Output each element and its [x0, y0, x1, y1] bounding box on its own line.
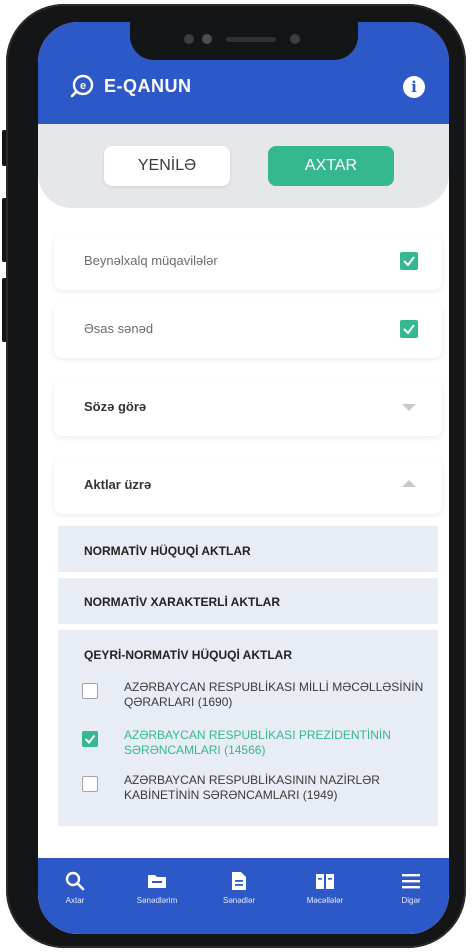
act-option[interactable]: AZƏRBAYCAN RESPUBLİKASININ NAZİRLƏR KABİ… [82, 773, 422, 805]
filter-label: Əsas sənəd [84, 321, 154, 336]
category-label: NORMATİV XARAKTERLİ AKTLAR [84, 595, 280, 609]
app-header: e E-QANUN i [38, 22, 449, 124]
app-title: E-QANUN [104, 76, 192, 96]
filter-label: Beynəlxalq müqavilələr [84, 253, 218, 268]
dropdown-label: Sözə görə [84, 399, 147, 414]
phone-notch [130, 22, 358, 60]
filter-by-word-dropdown[interactable]: Sözə görə [54, 380, 442, 436]
nav-search[interactable]: Axtar [40, 870, 110, 905]
dropdown-label: Aktlar üzrə [84, 477, 152, 492]
info-button[interactable]: i [403, 76, 425, 98]
act-option[interactable]: AZƏRBAYCAN RESPUBLİKASI MİLLİ MƏCƏLLƏSİN… [82, 680, 424, 712]
nav-label: Digər [401, 896, 421, 905]
nav-documents[interactable]: Sənədlər [204, 870, 274, 905]
app-screen: e E-QANUN i YENİLƏ AXTAR Beynəlxalq müqa… [38, 22, 449, 934]
chevron-up-icon [402, 480, 416, 487]
earpiece-speaker [226, 37, 276, 42]
chevron-down-icon [402, 404, 416, 411]
nav-label: Sənədlərim [136, 896, 178, 905]
reset-button[interactable]: YENİLƏ [104, 146, 230, 186]
svg-text:e: e [80, 80, 86, 92]
act-option-label: AZƏRBAYCAN RESPUBLİKASININ NAZİRLƏR KABİ… [124, 773, 380, 802]
act-option-label: AZƏRBAYCAN RESPUBLİKASI MİLLİ MƏCƏLLƏSİN… [124, 680, 424, 709]
nav-my-documents[interactable]: Sənədlərim [122, 870, 192, 905]
bottom-navigation: Axtar Sənədlərim Sənədlər Məcəllələr Dig… [38, 858, 449, 934]
filter-main-document[interactable]: Əsas sənəd [54, 302, 442, 358]
category-label: QEYRİ-NORMATİV HÜQUQİ AKTLAR [84, 648, 292, 662]
front-sensor [202, 34, 212, 44]
act-option[interactable]: AZƏRBAYCAN RESPUBLİKASI PREZİDENTİNİN SƏ… [82, 728, 422, 760]
checkbox-checked-icon[interactable] [400, 252, 418, 270]
nav-label: Axtar [65, 896, 85, 905]
book-icon [316, 874, 334, 889]
proximity-sensor [290, 34, 300, 44]
folder-icon [148, 875, 166, 888]
menu-icon [402, 874, 420, 889]
nav-other[interactable]: Digər [376, 870, 446, 905]
acts-category-normative[interactable]: NORMATİV HÜQUQİ AKTLAR [58, 526, 438, 572]
checkbox-checked-icon[interactable] [82, 731, 98, 747]
action-bar: YENİLƏ AXTAR [38, 124, 449, 208]
acts-category-normative-character[interactable]: NORMATİV XARAKTERLİ AKTLAR [58, 578, 438, 624]
e-qanun-logo-icon: e [70, 74, 94, 98]
info-icon: i [411, 78, 417, 96]
document-icon [232, 872, 246, 890]
search-icon [65, 871, 85, 891]
filter-by-acts-dropdown[interactable]: Aktlar üzrə [54, 458, 442, 514]
filter-international-treaties[interactable]: Beynəlxalq müqavilələr [54, 234, 442, 290]
search-button[interactable]: AXTAR [268, 146, 394, 186]
checkbox-unchecked-icon[interactable] [82, 683, 98, 699]
checkbox-checked-icon[interactable] [400, 320, 418, 338]
phone-frame: e E-QANUN i YENİLƏ AXTAR Beynəlxalq müqa… [6, 4, 466, 948]
category-label: NORMATİV HÜQUQİ AKTLAR [84, 544, 251, 558]
nav-codes[interactable]: Məcəllələr [290, 870, 360, 905]
checkbox-unchecked-icon[interactable] [82, 776, 98, 792]
acts-category-non-normative[interactable]: QEYRİ-NORMATİV HÜQUQİ AKTLAR AZƏRBAYCAN … [58, 630, 438, 826]
nav-label: Sənədlər [222, 896, 256, 905]
act-option-label: AZƏRBAYCAN RESPUBLİKASI PREZİDENTİNİN SƏ… [124, 728, 391, 757]
front-camera [184, 34, 194, 44]
nav-label: Məcəllələr [306, 896, 344, 905]
